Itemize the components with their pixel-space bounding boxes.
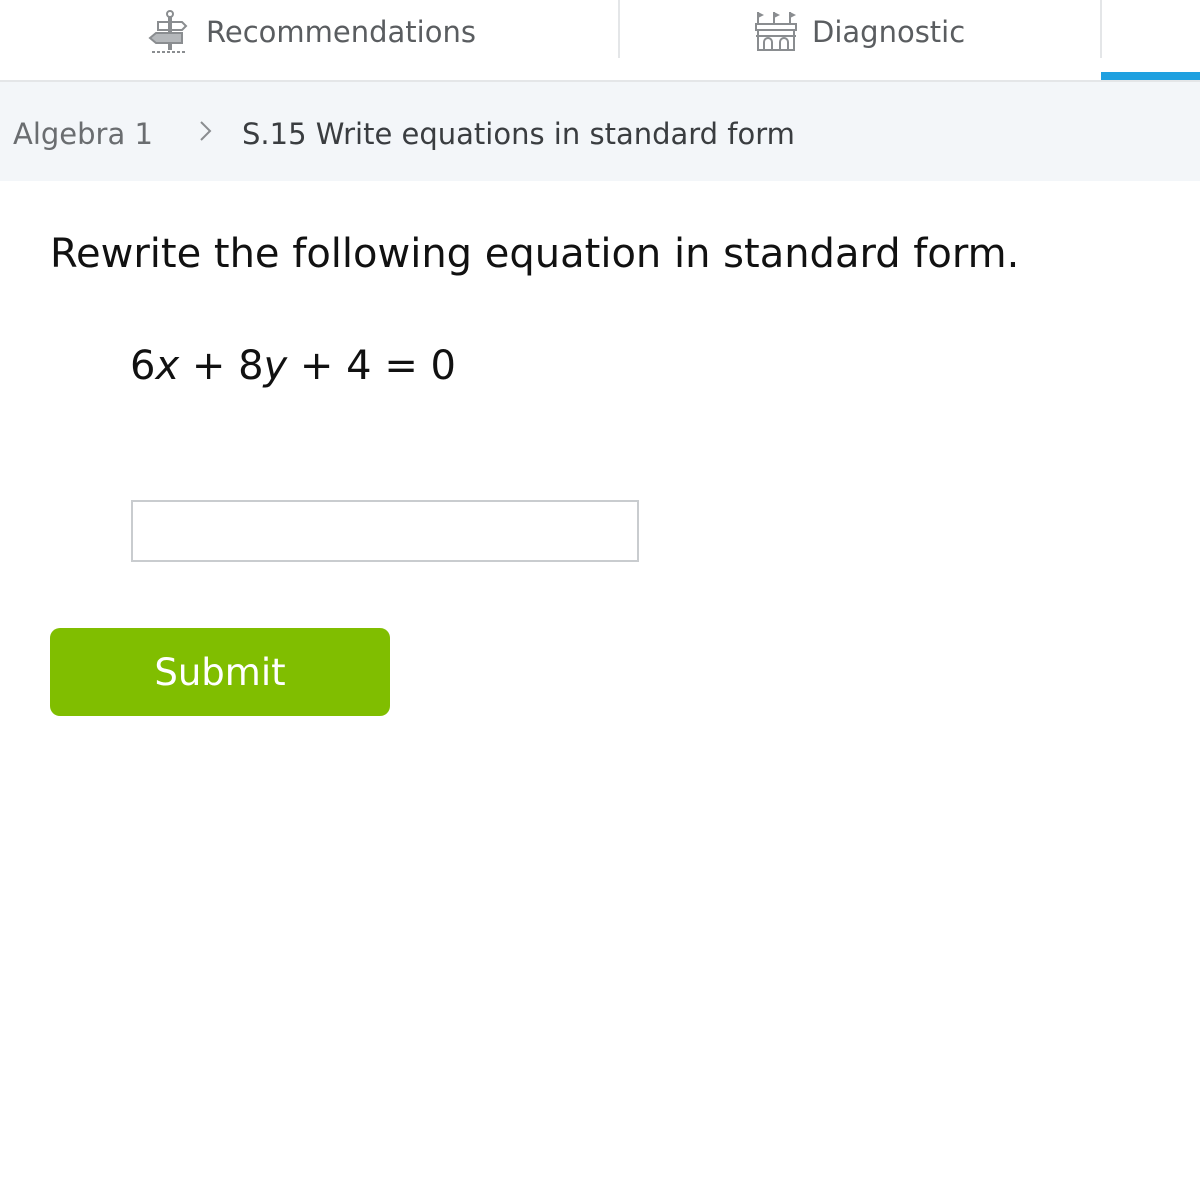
chevron-right-icon	[193, 118, 217, 146]
equation-var-x: x	[155, 343, 180, 389]
tab-diagnostic[interactable]: Diagnostic	[752, 0, 965, 64]
equation-plus: +	[179, 343, 239, 389]
breadcrumb-course[interactable]: Algebra 1	[13, 116, 153, 152]
castle-icon	[752, 8, 800, 56]
question-prompt: Rewrite the following equation in standa…	[50, 231, 1020, 277]
equation-var-y: y	[263, 343, 288, 389]
tab-label: Diagnostic	[812, 15, 966, 49]
tab-recommendations[interactable]: Recommendations	[146, 0, 476, 64]
breadcrumb-skill: S.15 Write equations in standard form	[242, 117, 795, 151]
tab-divider	[1100, 0, 1102, 58]
equation-coef-x: 6	[130, 343, 156, 389]
equation-coef-y: 8	[238, 343, 264, 389]
answer-input[interactable]	[131, 500, 639, 562]
top-navigation: Recommendations Diagnostic	[0, 0, 1200, 82]
signpost-icon	[146, 8, 194, 56]
submit-button[interactable]: Submit	[50, 628, 390, 716]
breadcrumb: Algebra 1 S.15 Write equations in standa…	[0, 82, 1200, 181]
active-tab-indicator	[1101, 72, 1200, 80]
tab-divider	[618, 0, 620, 58]
equation-rest: + 4 = 0	[287, 343, 456, 389]
tab-label: Recommendations	[206, 15, 476, 49]
equation: 6x + 8y + 4 = 0	[130, 338, 456, 394]
